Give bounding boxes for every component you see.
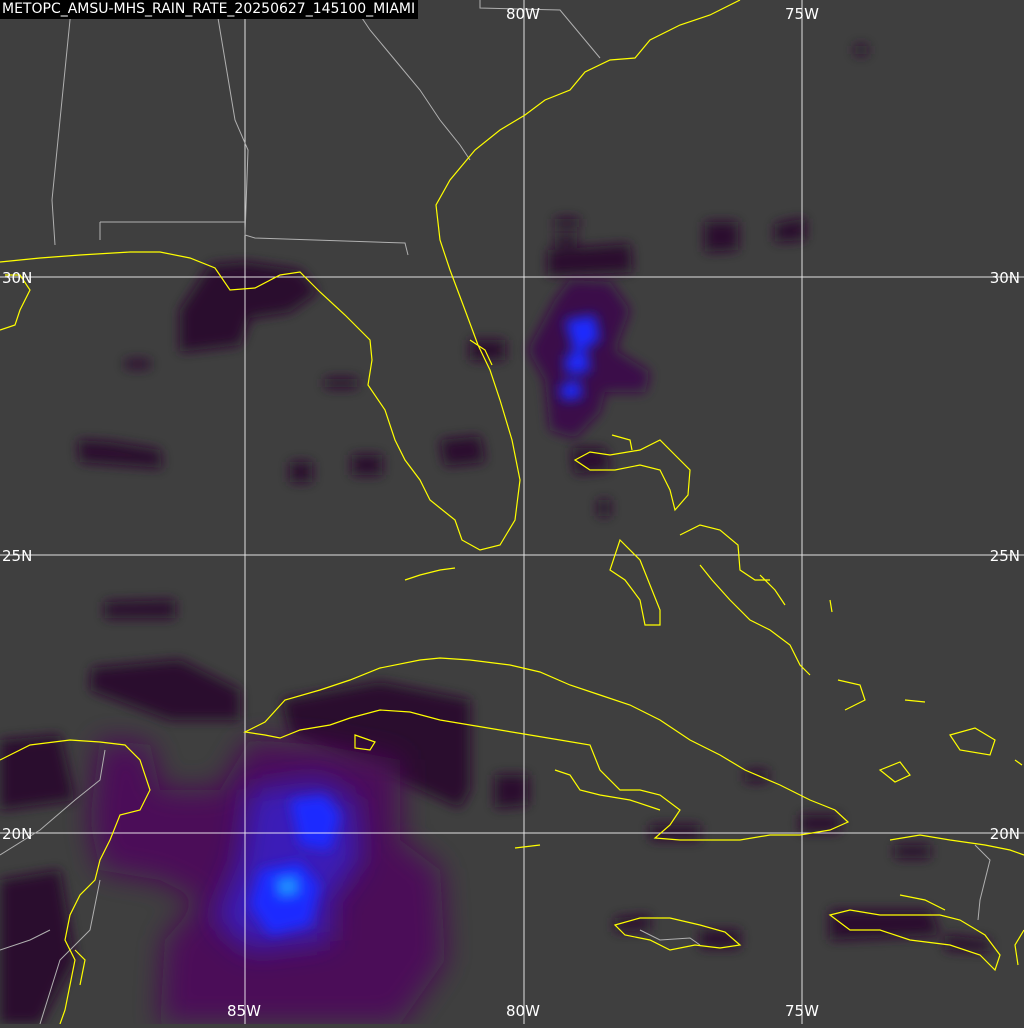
lon-bottom-85w: 85W xyxy=(227,1002,261,1020)
lon-bottom-75w: 75W xyxy=(785,1002,819,1020)
lat-right-30n: 30N xyxy=(990,269,1020,287)
lat-left-25n: 25N xyxy=(2,547,32,565)
lon-top-75w: 75W xyxy=(785,5,819,23)
rain-rate-map: 80W 75W 85W 80W 75W 30N 25N 20N 30N 25N … xyxy=(0,0,1024,1025)
product-title: METOPC_AMSU-MHS_RAIN_RATE_20250627_14510… xyxy=(0,0,419,19)
rain-layer xyxy=(0,45,990,1024)
lon-bottom-80w: 80W xyxy=(506,1002,540,1020)
map-canvas: 80W 75W 85W 80W 75W 30N 25N 20N 30N 25N … xyxy=(0,0,1024,1025)
lat-right-25n: 25N xyxy=(990,547,1020,565)
lat-left-30n: 30N xyxy=(2,269,32,287)
lon-top-80w: 80W xyxy=(506,5,540,23)
lat-right-20n: 20N xyxy=(990,825,1020,843)
lat-left-20n: 20N xyxy=(2,825,32,843)
